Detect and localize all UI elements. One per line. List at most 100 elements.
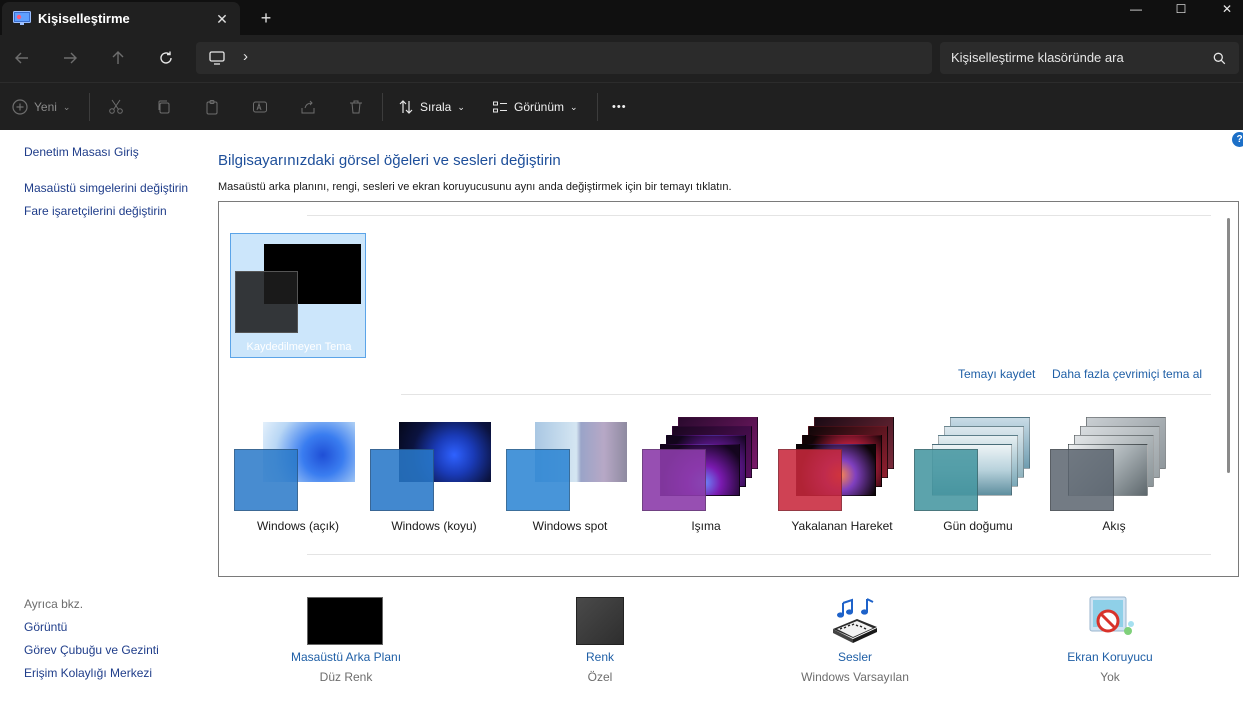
trash-icon: [350, 100, 362, 114]
desktop-background-link[interactable]: Masaüstü Arka Planı: [256, 650, 436, 664]
color-setting[interactable]: Renk Özel: [510, 595, 690, 695]
search-placeholder: Kişiselleştirme klasöründe ara: [951, 50, 1124, 65]
sounds-value: Windows Varsayılan: [801, 670, 909, 684]
delete-button[interactable]: [348, 95, 364, 119]
share-button[interactable]: [300, 95, 316, 119]
view-button[interactable]: Görünüm ⌄: [492, 95, 578, 119]
color-link[interactable]: Renk: [510, 650, 690, 664]
search-input[interactable]: Kişiselleştirme klasöründe ara: [940, 42, 1239, 74]
arrow-right-icon: [64, 52, 77, 64]
page-title: Bilgisayarınızdaki görsel öğeleri ve ses…: [218, 152, 561, 169]
sounds-setting[interactable]: Sesler Windows Varsayılan: [765, 595, 945, 695]
back-button[interactable]: [9, 45, 35, 71]
close-tab-icon[interactable]: ✕: [211, 8, 233, 30]
rename-icon: [253, 101, 267, 113]
cut-button[interactable]: [108, 95, 124, 119]
save-theme-link[interactable]: Temayı kaydet: [958, 367, 1035, 381]
address-bar: › Kişiselleştirme klasöründe ara: [0, 35, 1243, 82]
theme-windows-spotlight[interactable]: Windows spot: [506, 417, 634, 542]
close-window-button[interactable]: ✕: [1204, 0, 1243, 20]
rename-button[interactable]: [252, 95, 268, 119]
up-button[interactable]: [105, 45, 131, 71]
background-preview: [307, 597, 383, 645]
monitor-icon: [209, 51, 225, 65]
command-bar: Yeni ⌄ Sırala ⌄ Görünüm ⌄ •••: [0, 82, 1243, 130]
ease-of-access-link[interactable]: Erişim Kolaylığı Merkezi: [24, 666, 152, 680]
color-swatch: [576, 597, 624, 645]
arrow-left-icon: [15, 52, 28, 64]
chevron-down-icon: ⌄: [62, 101, 71, 112]
screensaver-value: Yok: [1100, 670, 1120, 684]
copy-icon: [158, 100, 170, 114]
new-tab-button[interactable]: +: [255, 7, 277, 29]
search-icon: [1213, 52, 1226, 65]
scissors-icon: [109, 99, 123, 114]
theme-color-preview: [914, 449, 978, 511]
theme-windows-light[interactable]: Windows (açık): [234, 417, 362, 542]
theme-captured-motion[interactable]: Yakalanan Hareket: [778, 417, 906, 542]
separator: [89, 93, 90, 121]
theme-sunrise[interactable]: Gün doğumu: [914, 417, 1042, 542]
display-link[interactable]: Görüntü: [24, 620, 67, 634]
new-label: Yeni: [34, 100, 57, 114]
desktop-background-value: Düz Renk: [319, 670, 373, 684]
paste-button[interactable]: [204, 95, 220, 119]
theme-color-preview: [778, 449, 842, 511]
sort-icon: [399, 100, 413, 114]
divider: [401, 394, 1211, 395]
minimize-button[interactable]: —: [1113, 0, 1159, 20]
theme-color-preview: [370, 449, 434, 511]
screensaver-setting[interactable]: Ekran Koruyucu Yok: [1020, 595, 1200, 695]
personalization-icon: [13, 11, 31, 25]
view-list-icon: [493, 101, 507, 113]
sort-button[interactable]: Sırala ⌄: [398, 95, 465, 119]
vertical-scrollbar[interactable]: [1227, 218, 1230, 473]
theme-label: Gün doğumu: [943, 519, 1013, 533]
theme-unsaved[interactable]: Kaydedilmeyen Tema: [230, 233, 366, 358]
theme-color-preview: [235, 271, 298, 333]
theme-label: Kaydedilmeyen Tema: [246, 341, 352, 353]
address-input[interactable]: ›: [196, 42, 932, 74]
color-value: Özel: [587, 670, 613, 684]
view-label: Görünüm: [514, 100, 565, 114]
copy-button[interactable]: [156, 95, 172, 119]
desktop-background-setting[interactable]: Masaüstü Arka Planı Düz Renk: [256, 595, 436, 695]
chevron-down-icon: ⌄: [457, 101, 465, 112]
theme-label: Akış: [1102, 519, 1126, 533]
taskbar-navigation-link[interactable]: Görev Çubuğu ve Gezinti: [24, 643, 159, 657]
mouse-pointers-link[interactable]: Fare işaretçilerini değiştirin: [24, 204, 167, 218]
theme-color-preview: [506, 449, 570, 511]
help-icon[interactable]: ?: [1232, 132, 1243, 147]
screensaver-link[interactable]: Ekran Koruyucu: [1020, 650, 1200, 664]
theme-color-preview: [1050, 449, 1114, 511]
share-icon: [301, 100, 315, 114]
plus-circle-icon: [12, 99, 28, 115]
chevron-down-icon: ⌄: [570, 101, 578, 112]
get-more-themes-link[interactable]: Daha fazla çevrimiçi tema al: [1052, 367, 1202, 381]
see-also-heading: Ayrıca bkz.: [24, 597, 84, 611]
maximize-button[interactable]: ☐: [1158, 0, 1204, 20]
chevron-right-icon[interactable]: ›: [243, 48, 248, 65]
divider: [307, 215, 1211, 216]
tab-personalization[interactable]: Kişiselleştirme ✕: [2, 2, 240, 35]
theme-label: Windows spot: [532, 519, 608, 533]
theme-glow[interactable]: Işıma: [642, 417, 770, 542]
control-panel-home-link[interactable]: Denetim Masası Giriş: [24, 145, 139, 159]
tab-title: Kişiselleştirme: [38, 11, 130, 26]
control-panel-content: ? Denetim Masası Giriş Masaüstü simgeler…: [0, 130, 1243, 702]
sort-label: Sırala: [420, 100, 452, 114]
theme-color-preview: [234, 449, 298, 511]
theme-flow[interactable]: Akış: [1050, 417, 1178, 542]
desktop-icons-link[interactable]: Masaüstü simgelerini değiştirin: [24, 181, 188, 195]
theme-windows-dark[interactable]: Windows (koyu): [370, 417, 498, 542]
screensaver-icon: [1089, 596, 1134, 635]
forward-button[interactable]: [57, 45, 83, 71]
theme-label: Yakalanan Hareket: [791, 519, 893, 533]
more-options-button[interactable]: •••: [612, 95, 627, 119]
new-button[interactable]: Yeni ⌄: [12, 95, 70, 119]
arrow-up-icon: [112, 51, 124, 64]
sounds-link[interactable]: Sesler: [765, 650, 945, 664]
refresh-icon: [160, 51, 172, 64]
clipboard-icon: [206, 100, 218, 115]
refresh-button[interactable]: [153, 45, 179, 71]
